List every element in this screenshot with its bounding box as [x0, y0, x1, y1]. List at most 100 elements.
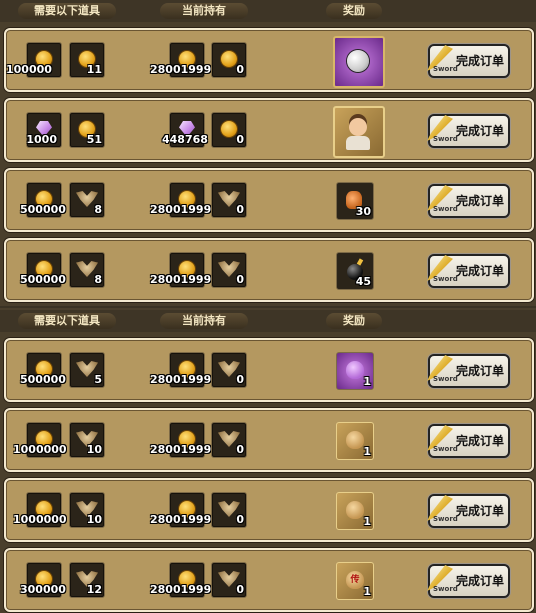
item-quantity: 1000 — [26, 133, 57, 146]
complete-order-button[interactable]: 完成订单 Sword — [427, 564, 510, 598]
reward-slot[interactable]: 1 — [336, 422, 374, 460]
item-quantity: 0 — [236, 273, 244, 286]
owned-item-slot[interactable]: 28001999 — [150, 42, 211, 78]
button-sublabel: Sword — [433, 275, 458, 283]
owned-item-slot[interactable]: 0 — [211, 562, 247, 598]
button-label: 完成订单 — [456, 54, 505, 68]
required-item-slot[interactable]: 12 — [69, 562, 105, 598]
complete-order-button[interactable]: 完成订单 Sword — [427, 114, 510, 148]
section-header-2: 需要以下道具 当前持有 奖励 — [0, 310, 536, 332]
required-item-slot[interactable]: 500000 — [20, 252, 66, 288]
reward-quantity: 30 — [355, 205, 371, 218]
item-quantity: 51 — [86, 133, 102, 146]
item-quantity: 0 — [236, 203, 244, 216]
owned-item-slot[interactable]: 0 — [211, 182, 247, 218]
required-item-slot[interactable]: 11 — [69, 42, 105, 78]
player-body-shape — [346, 136, 370, 150]
required-item-slot[interactable]: 10 — [69, 422, 105, 458]
owned-item-slot[interactable]: 0 — [211, 352, 247, 388]
item-quantity: 0 — [236, 443, 244, 456]
item-quantity: 448768 — [162, 133, 208, 146]
button-label: 完成订单 — [456, 504, 505, 518]
owned-item-slot[interactable]: 28001999 — [150, 352, 211, 388]
item-quantity: 10 — [86, 443, 102, 456]
order-row: 500000 5 28001999 0 1 完成订单 Sword — [4, 338, 534, 402]
order-row: 500000 8 28001999 0 30 完成订单 Sword — [4, 168, 534, 232]
item-quantity: 28001999 — [150, 583, 212, 596]
required-item-slot[interactable]: 1000000 — [13, 422, 67, 458]
order-row: 100000 11 28001999 0 完成订单 Sword — [4, 28, 534, 92]
required-item-slot[interactable]: 1000 — [26, 112, 62, 148]
owned-item-slot[interactable]: 28001999 — [150, 252, 211, 288]
item-quantity: 300000 — [20, 583, 66, 596]
reward-header: 奖励 — [326, 3, 382, 19]
order-row: 1000000 10 28001999 0 1 完成订单 Sword — [4, 408, 534, 472]
owned-item-slot[interactable]: 0 — [211, 252, 247, 288]
order-row: 500000 8 28001999 0 45 完成订单 Sword — [4, 238, 534, 302]
owned-items-header: 当前持有 — [160, 313, 248, 329]
required-item-slot[interactable]: 100000 — [6, 42, 62, 78]
reward-header: 奖励 — [326, 313, 382, 329]
owned-item-slot[interactable]: 0 — [211, 42, 247, 78]
owned-item-slot[interactable]: 0 — [211, 112, 247, 148]
reward-slot[interactable]: 1 — [336, 492, 374, 530]
item-quantity: 500000 — [20, 203, 66, 216]
owned-items-header: 当前持有 — [160, 3, 248, 19]
required-item-slot[interactable]: 300000 — [20, 562, 66, 598]
item-quantity: 28001999 — [150, 203, 212, 216]
owned-item-slot[interactable]: 448768 — [162, 112, 208, 148]
item-quantity: 0 — [236, 63, 244, 76]
item-quantity: 11 — [86, 63, 102, 76]
owned-item-slot[interactable]: 28001999 — [150, 562, 211, 598]
required-items-header: 需要以下道具 — [18, 313, 116, 329]
pouch-tag: 传 — [350, 575, 360, 585]
order-row: 1000000 10 28001999 0 1 完成订单 Sword — [4, 478, 534, 542]
button-sublabel: Sword — [433, 445, 458, 453]
required-item-slot[interactable]: 8 — [69, 252, 105, 288]
complete-order-button[interactable]: 完成订单 Sword — [427, 494, 510, 528]
reward-quantity: 1 — [363, 375, 371, 388]
item-quantity: 0 — [236, 583, 244, 596]
reward-slot[interactable]: 45 — [336, 252, 374, 290]
button-label: 完成订单 — [456, 264, 505, 278]
item-quantity: 8 — [94, 273, 102, 286]
item-quantity: 28001999 — [150, 443, 212, 456]
complete-order-button[interactable]: 完成订单 Sword — [427, 354, 510, 388]
item-quantity: 0 — [236, 373, 244, 386]
required-item-slot[interactable]: 5 — [69, 352, 105, 388]
owned-item-slot[interactable]: 0 — [211, 422, 247, 458]
owned-item-slot[interactable]: 28001999 — [150, 422, 211, 458]
reward-slot[interactable]: 传1 — [336, 562, 374, 600]
required-item-slot[interactable]: 51 — [69, 112, 105, 148]
reward-slot[interactable] — [333, 106, 385, 158]
complete-order-button[interactable]: 完成订单 Sword — [427, 254, 510, 288]
item-quantity: 28001999 — [150, 273, 212, 286]
item-quantity: 28001999 — [150, 513, 212, 526]
required-item-slot[interactable]: 1000000 — [13, 492, 67, 528]
item-quantity: 1000000 — [13, 513, 67, 526]
owned-item-slot[interactable]: 0 — [211, 492, 247, 528]
required-item-slot[interactable]: 10 — [69, 492, 105, 528]
item-quantity: 12 — [86, 583, 102, 596]
section-header-1: 需要以下道具 当前持有 奖励 — [0, 0, 536, 22]
required-item-slot[interactable]: 500000 — [20, 352, 66, 388]
button-sublabel: Sword — [433, 65, 458, 73]
required-item-slot[interactable]: 500000 — [20, 182, 66, 218]
item-quantity: 0 — [236, 513, 244, 526]
reward-quantity: 1 — [363, 515, 371, 528]
reward-slot[interactable]: 1 — [336, 352, 374, 390]
reward-slot[interactable]: 30 — [336, 182, 374, 220]
complete-order-button[interactable]: 完成订单 Sword — [427, 184, 510, 218]
reward-slot[interactable] — [333, 36, 385, 88]
complete-order-button[interactable]: 完成订单 Sword — [427, 424, 510, 458]
item-quantity: 8 — [94, 203, 102, 216]
owned-item-slot[interactable]: 28001999 — [150, 492, 211, 528]
item-quantity: 100000 — [6, 63, 52, 76]
order-row: 300000 12 28001999 0 传1 完成订单 Sword — [4, 548, 534, 612]
item-quantity: 0 — [236, 133, 244, 146]
item-quantity: 1000000 — [13, 443, 67, 456]
required-item-slot[interactable]: 8 — [69, 182, 105, 218]
complete-order-button[interactable]: 完成订单 Sword — [427, 44, 510, 78]
owned-item-slot[interactable]: 28001999 — [150, 182, 211, 218]
item-quantity: 500000 — [20, 273, 66, 286]
